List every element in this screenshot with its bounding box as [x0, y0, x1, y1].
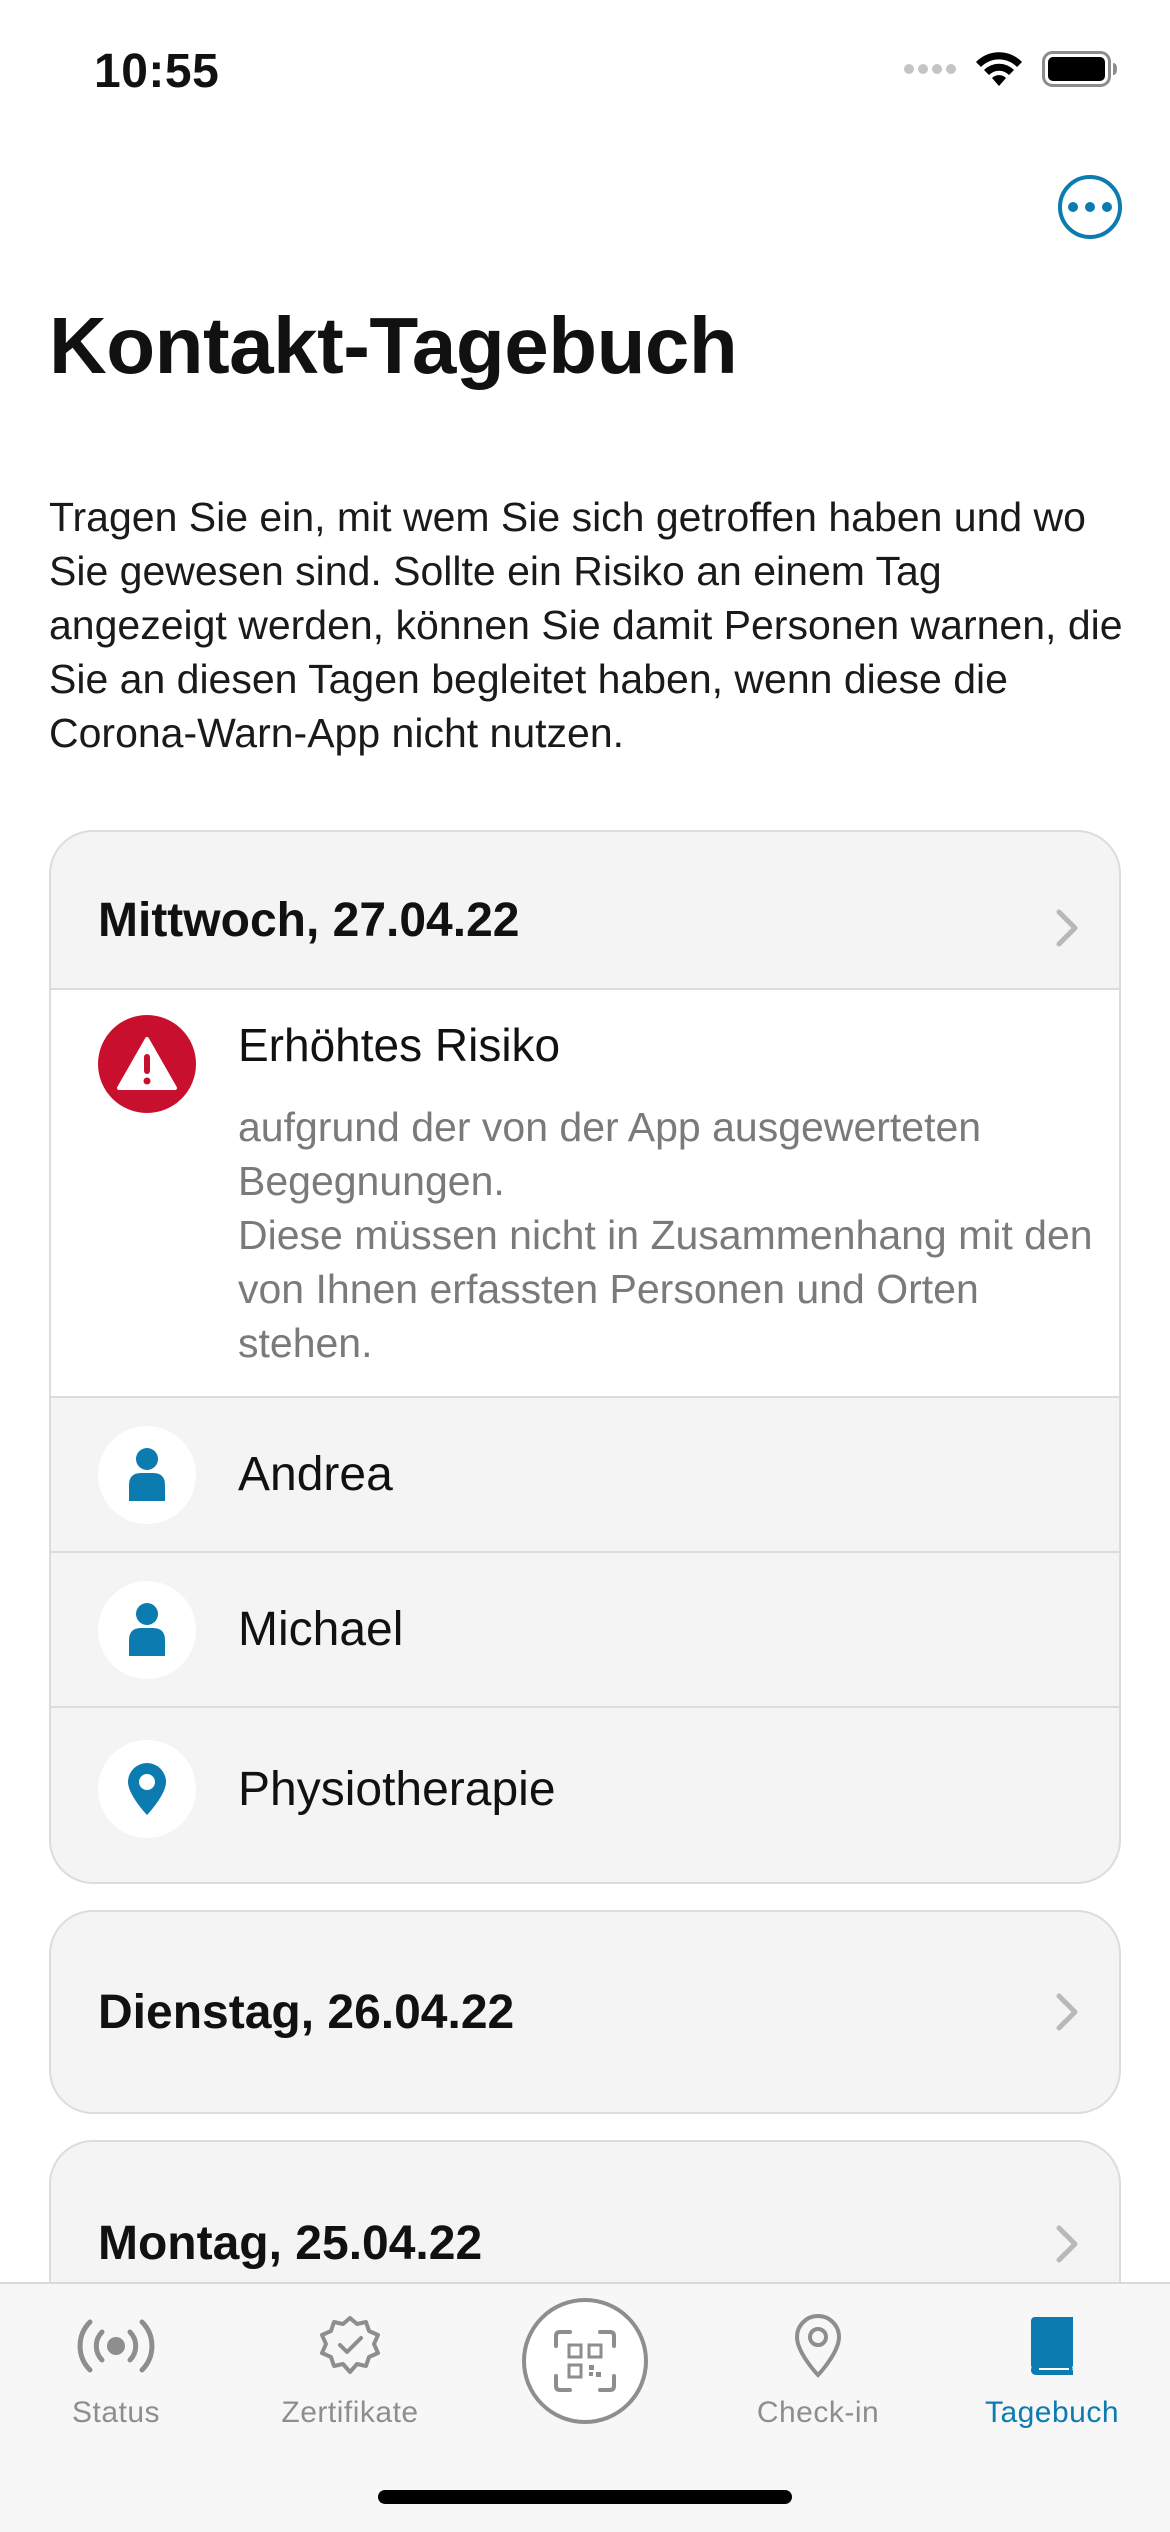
entry-label: Physiotherapie — [238, 1762, 556, 1816]
battery-icon — [1042, 51, 1118, 92]
certificate-badge-icon — [318, 2306, 382, 2386]
entry-label: Andrea — [238, 1448, 393, 1501]
tab-tagebuch[interactable]: Tagebuch — [952, 2306, 1152, 2430]
day-label: Montag, 25.04.22 — [98, 2217, 483, 2270]
chevron-right-icon — [1056, 909, 1078, 947]
entry-label: Michael — [238, 1603, 404, 1656]
page-description: Tragen Sie ein, mit wem Sie sich getroff… — [49, 494, 1123, 756]
radar-icon — [72, 2306, 160, 2386]
ellipsis-circle-icon — [1068, 202, 1078, 212]
status-icons — [904, 50, 1118, 93]
tab-check-in[interactable]: Check-in — [718, 2306, 918, 2430]
page-title: Kontakt-Tagebuch — [49, 301, 738, 390]
book-icon — [1027, 2306, 1077, 2386]
day-label: Dienstag, 26.04.22 — [98, 1985, 515, 2039]
entry-row-location[interactable]: Physiotherapie — [51, 1708, 1119, 1870]
wifi-icon — [974, 50, 1024, 93]
day-header[interactable]: Mittwoch, 27.04.22 — [51, 832, 1119, 988]
status-bar: 10:55 — [0, 0, 1170, 140]
tab-label: Check-in — [756, 2396, 880, 2429]
person-icon — [98, 1580, 196, 1679]
warning-icon — [98, 1015, 196, 1113]
day-card[interactable]: Dienstag, 26.04.22 — [49, 1910, 1121, 2114]
day-card: Mittwoch, 27.04.22 Erhöhtes Risiko aufgr… — [49, 830, 1121, 1884]
chevron-right-icon — [1056, 1993, 1078, 2031]
contact-diary-screen: 10:55 Kontakt-Tagebuch Tragen Sie ein, m… — [0, 0, 1170, 2532]
tab-label: Zertifikate — [281, 2396, 419, 2429]
ellipsis-dot — [1085, 202, 1095, 212]
person-icon — [98, 1425, 196, 1524]
more-options-button[interactable] — [1058, 175, 1122, 239]
chevron-right-icon — [1056, 2225, 1078, 2263]
cellular-signal-icon — [904, 62, 956, 81]
status-time: 10:55 — [94, 45, 220, 98]
qr-scan-button[interactable] — [522, 2298, 648, 2424]
entry-row-person[interactable]: Michael — [51, 1553, 1119, 1708]
day-header[interactable]: Dienstag, 26.04.22 — [51, 1912, 1119, 2112]
tab-label: Status — [71, 2396, 161, 2429]
tab-zertifikate[interactable]: Zertifikate — [250, 2306, 450, 2430]
risk-title: Erhöhtes Risiko — [238, 1019, 561, 1071]
location-pin-icon — [794, 2306, 842, 2386]
risk-row: Erhöhtes Risiko aufgrund der von der App… — [51, 988, 1119, 1398]
tab-status[interactable]: Status — [16, 2306, 216, 2430]
day-label: Mittwoch, 27.04.22 — [98, 893, 520, 947]
qr-scan-icon — [554, 2330, 616, 2392]
ellipsis-dot — [1102, 202, 1112, 212]
entry-row-person[interactable]: Andrea — [51, 1398, 1119, 1553]
risk-description: aufgrund der von der App ausgewerteten B… — [238, 1104, 1093, 1366]
tab-label: Tagebuch — [984, 2396, 1120, 2429]
home-indicator — [378, 2490, 792, 2504]
location-pin-icon — [98, 1740, 196, 1838]
